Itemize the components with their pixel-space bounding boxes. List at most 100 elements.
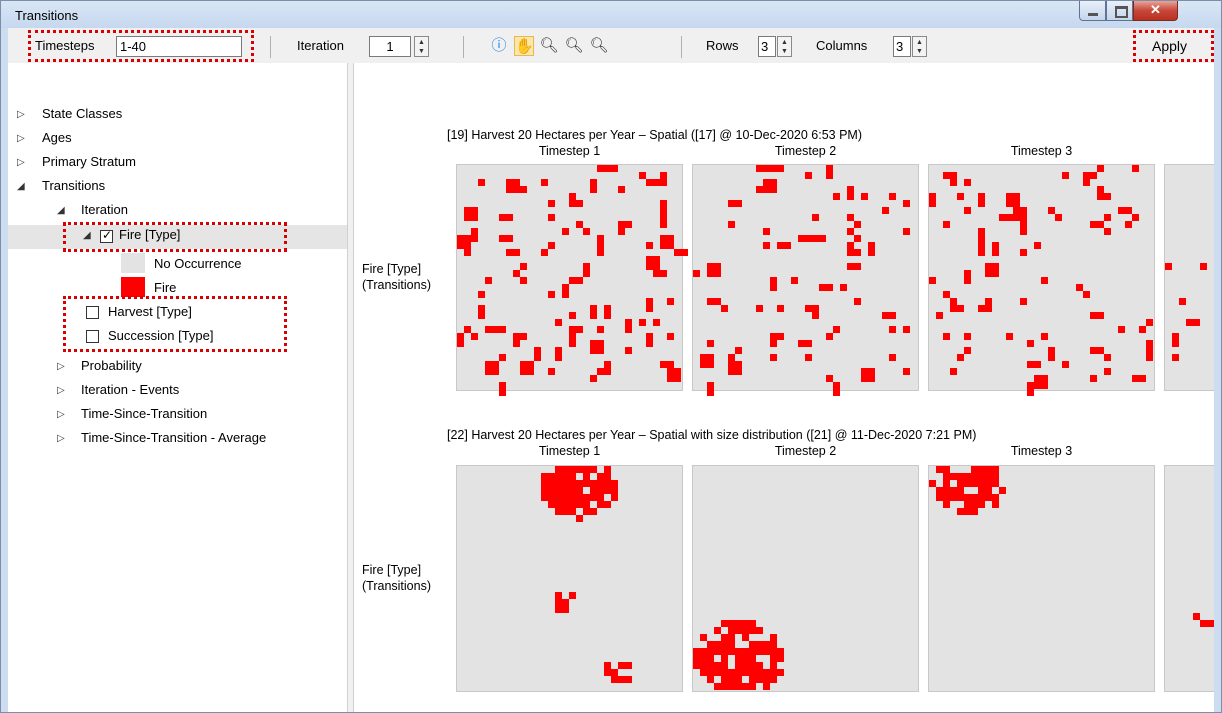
fire-cell (777, 242, 784, 249)
raster-map[interactable] (928, 465, 1155, 692)
fire-cell (770, 634, 777, 641)
tree-item-iteration[interactable]: Iteration (81, 202, 128, 217)
fire-cell (464, 207, 478, 221)
legend-swatch-no-occurrence (121, 253, 145, 273)
pan-hand-icon[interactable]: ✋ (514, 36, 534, 56)
fire-cell (485, 361, 499, 375)
fire-cell (562, 487, 569, 494)
raster-map[interactable] (1164, 164, 1214, 391)
fire-cell (499, 354, 506, 361)
timestep-label: Timestep 1 (538, 144, 601, 158)
raster-map[interactable] (1164, 465, 1214, 692)
close-button[interactable]: ✕ (1133, 1, 1178, 21)
expand-arrow-icon[interactable]: ▷ (57, 385, 65, 396)
fire-cell (555, 319, 562, 326)
fire-cell (763, 641, 770, 648)
fire-cell (555, 599, 562, 606)
minimize-button[interactable] (1079, 1, 1106, 21)
fire-cell (728, 641, 735, 648)
fire-cell (978, 249, 985, 256)
fire-cell (597, 480, 604, 487)
zoom-in-icon[interactable]: 🔍︎ (564, 36, 584, 56)
fire-cell (777, 305, 784, 312)
fire-checkbox[interactable]: ✓ (100, 228, 113, 243)
fire-cell (943, 291, 950, 298)
fire-cell (728, 634, 735, 641)
fire-cell (660, 214, 667, 228)
raster-map[interactable] (456, 164, 688, 396)
tree-item-probability[interactable]: Probability (81, 358, 142, 373)
pane-splitter[interactable] (347, 63, 354, 712)
raster-map[interactable] (692, 465, 919, 692)
info-icon[interactable]: ⓘ (489, 36, 509, 56)
raster-map[interactable] (692, 164, 919, 396)
fire-cell (597, 368, 611, 375)
tree-item-time-since-transition[interactable]: Time-Since-Transition (81, 406, 207, 421)
fire-cell (618, 676, 625, 683)
zoom-reset-icon[interactable]: 🔍︎ (589, 36, 609, 56)
fire-cell (950, 298, 957, 312)
collapse-arrow-icon[interactable]: ◢ (17, 181, 25, 192)
fire-cell (721, 641, 728, 648)
apply-button[interactable]: Apply (1152, 38, 1187, 54)
fire-cell (861, 193, 868, 200)
fire-cell (693, 655, 700, 662)
columns-input[interactable] (893, 36, 911, 57)
tree-item-transitions[interactable]: Transitions (42, 178, 105, 193)
collapse-arrow-icon[interactable]: ◢ (83, 230, 91, 241)
fire-cell (471, 228, 478, 242)
fire-cell (569, 487, 576, 494)
tree-item-harvest-type[interactable]: Harvest [Type] (108, 304, 192, 319)
fire-cell (868, 242, 875, 256)
succession-checkbox[interactable] (86, 330, 99, 343)
tree-item-primary-stratum[interactable]: Primary Stratum (42, 154, 136, 169)
expand-arrow-icon[interactable]: ▷ (57, 409, 65, 420)
raster-map[interactable] (928, 164, 1155, 396)
timesteps-input[interactable] (116, 36, 242, 57)
legend-swatch-fire (121, 277, 145, 297)
maximize-button[interactable] (1106, 1, 1133, 21)
raster-map[interactable] (456, 465, 683, 692)
expand-arrow-icon[interactable]: ▷ (17, 133, 25, 144)
fire-cell (770, 669, 777, 676)
tree-item-ages[interactable]: Ages (42, 130, 72, 145)
timestep-label: Timestep 3 (1010, 444, 1073, 458)
fire-cell (964, 473, 971, 480)
expand-arrow-icon[interactable]: ▷ (17, 157, 25, 168)
collapse-arrow-icon[interactable]: ◢ (57, 205, 65, 216)
columns-stepper[interactable]: ▲ ▼ (912, 36, 927, 57)
tree-item-state-classes[interactable]: State Classes (42, 106, 122, 121)
fire-cell (639, 319, 646, 326)
tree-item-iteration-events[interactable]: Iteration - Events (81, 382, 179, 397)
iteration-input[interactable] (369, 36, 411, 57)
expand-arrow-icon[interactable]: ▷ (57, 361, 65, 372)
fire-cell (749, 627, 756, 634)
fire-cell (833, 326, 840, 333)
fire-cell (978, 466, 985, 473)
fire-cell (548, 368, 555, 375)
fire-cell (569, 508, 576, 515)
iteration-label: Iteration (297, 38, 344, 53)
fire-cell (625, 662, 632, 669)
expand-arrow-icon[interactable]: ▷ (57, 433, 65, 444)
fire-cell (590, 340, 604, 354)
harvest-checkbox[interactable] (86, 306, 99, 319)
tree-item-fire-type[interactable]: Fire [Type] (119, 227, 180, 242)
fire-cell (756, 676, 763, 683)
zoom-out-icon[interactable]: 🔍︎ (539, 36, 559, 56)
fire-cell (541, 179, 548, 186)
fire-cell (611, 480, 618, 487)
fire-cell (971, 466, 978, 473)
fire-cell (721, 662, 728, 669)
fire-cell (562, 284, 569, 298)
fire-cell (936, 487, 943, 494)
tree-item-succession-type[interactable]: Succession [Type] (108, 328, 214, 343)
fire-cell (611, 487, 618, 494)
expand-arrow-icon[interactable]: ▷ (17, 109, 25, 120)
fire-cell (1020, 249, 1027, 256)
iteration-stepper[interactable]: ▲ ▼ (414, 36, 429, 57)
fire-cell (646, 256, 660, 270)
rows-input[interactable] (758, 36, 776, 57)
tree-item-time-since-transition-average[interactable]: Time-Since-Transition - Average (81, 430, 266, 445)
rows-stepper[interactable]: ▲ ▼ (777, 36, 792, 57)
